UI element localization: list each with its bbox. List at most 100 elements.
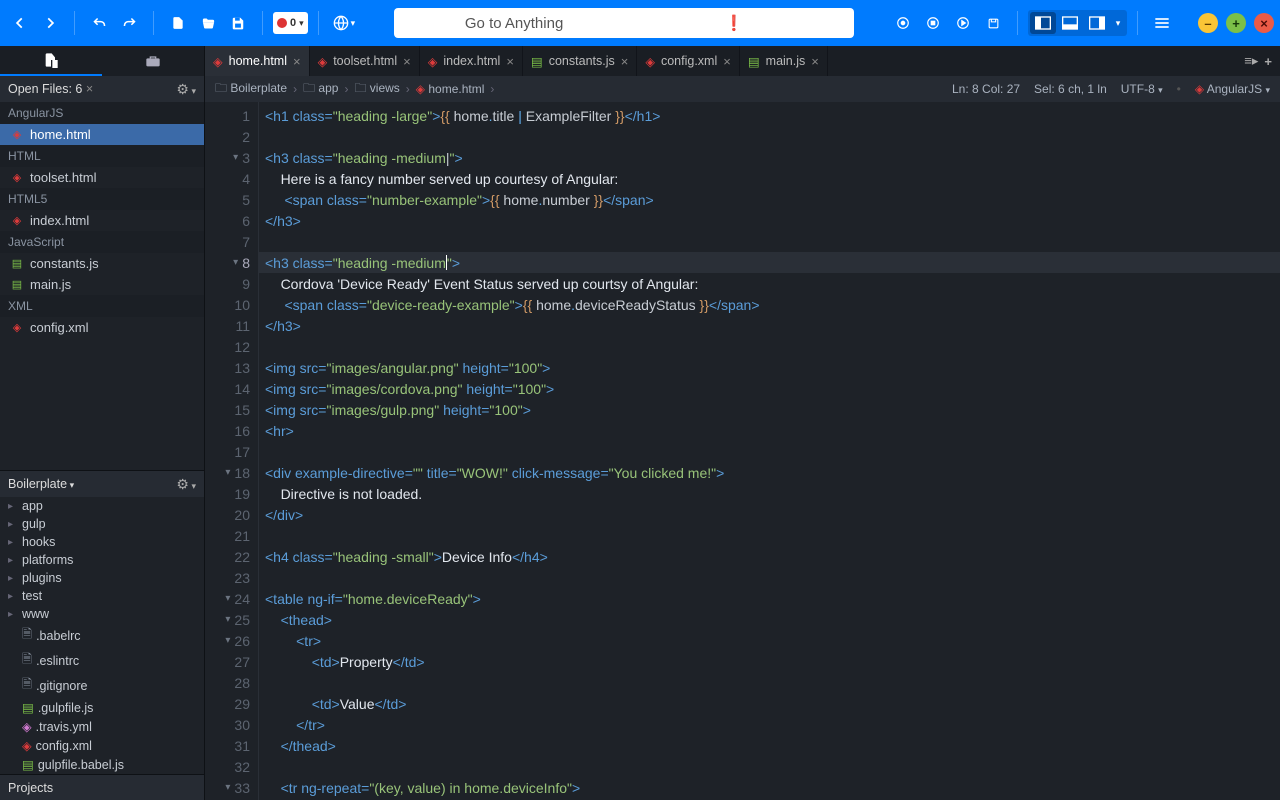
sidebar-tab-files[interactable] [0,46,102,76]
breadcrumb-item[interactable]: 🗀 views [354,79,399,100]
breadcrumb-item[interactable]: 🗀 Boilerplate [215,79,287,100]
gutter-line[interactable]: 17 [205,441,258,462]
close-tab-icon[interactable]: × [723,54,731,69]
code-line[interactable]: <h3 class="heading -medium"> [259,252,1280,273]
tree-folder[interactable]: ▸hooks [0,533,204,551]
code-line[interactable]: <tr ng-repeat="(key, value) in home.devi… [259,777,1280,798]
goto-anything-input[interactable]: Go to Anything ❗ [394,8,854,38]
open-file-item[interactable]: ◈home.html [0,124,204,145]
window-maximize-button[interactable]: + [1226,13,1246,33]
fold-icon[interactable]: ▾ [220,593,230,604]
gutter-line[interactable]: 21 [205,525,258,546]
open-file-item[interactable]: ▤main.js [0,274,204,295]
code-line[interactable]: </h3> [259,315,1280,336]
code-line[interactable]: <hr> [259,420,1280,441]
expand-icon[interactable]: ▸ [8,555,18,566]
gutter-line[interactable]: 29 [205,693,258,714]
code-line[interactable] [259,441,1280,462]
gutter-line[interactable]: 22 [205,546,258,567]
gutter-line[interactable]: 7 [205,231,258,252]
menu-button[interactable] [1148,9,1176,37]
gutter-line[interactable]: ▾25 [205,609,258,630]
nav-back-button[interactable] [6,9,34,37]
gutter-line[interactable]: 23 [205,567,258,588]
macro-record-button[interactable]: 0▾ [273,9,308,37]
tree-file[interactable]: 🗎.gitignore [0,673,204,698]
new-file-button[interactable] [164,9,192,37]
bottom-panel-toggle[interactable] [1057,12,1083,34]
gutter-line[interactable]: 30 [205,714,258,735]
close-panel-icon[interactable]: × [86,82,93,96]
code-line[interactable]: <span class="number-example">{{ home.num… [259,189,1280,210]
file-tab[interactable]: ◈home.html× [205,46,310,76]
gutter-line[interactable]: 2 [205,126,258,147]
code-line[interactable]: <h3 class="heading -medium|"> [259,147,1280,168]
code-line[interactable]: <img src="images/cordova.png" height="10… [259,378,1280,399]
expand-icon[interactable]: ▸ [8,609,18,620]
code-line[interactable]: <img src="images/gulp.png" height="100"> [259,399,1280,420]
close-tab-icon[interactable]: × [811,54,819,69]
fold-icon[interactable]: ▾ [220,635,230,646]
language-selector[interactable]: ◈ AngularJS ▾ [1195,82,1270,96]
breadcrumb-item[interactable]: ◈ home.html [416,82,485,96]
code-line[interactable]: <h4 class="heading -small">Device Info</… [259,546,1280,567]
code-line[interactable] [259,567,1280,588]
code-line[interactable]: <table ng-if="home.deviceReady"> [259,588,1280,609]
gutter-line[interactable]: 15 [205,399,258,420]
save-button[interactable] [224,9,252,37]
gutter-line[interactable]: 32 [205,756,258,777]
breadcrumb-item[interactable]: 🗀 app [303,79,338,100]
gutter-line[interactable]: ▾24 [205,588,258,609]
gutter-line[interactable]: 12 [205,336,258,357]
close-tab-icon[interactable]: × [621,54,629,69]
code-line[interactable]: Cordova 'Device Ready' Event Status serv… [259,273,1280,294]
gutter-line[interactable]: 4 [205,168,258,189]
save-macro-button[interactable] [979,9,1007,37]
open-file-item[interactable]: ▤constants.js [0,253,204,274]
open-file-button[interactable] [194,9,222,37]
gutter-line[interactable]: ▾18 [205,462,258,483]
file-tab[interactable]: ◈index.html× [420,46,523,76]
gutter-line[interactable]: 28 [205,672,258,693]
tree-folder[interactable]: ▸gulp [0,515,204,533]
gutter-line[interactable]: 20 [205,504,258,525]
code-line[interactable]: </div> [259,504,1280,525]
expand-icon[interactable]: ▸ [8,501,18,512]
file-tab[interactable]: ▤constants.js× [523,46,637,76]
code-line[interactable]: </h3> [259,210,1280,231]
close-tab-icon[interactable]: × [403,54,411,69]
tree-folder[interactable]: ▸platforms [0,551,204,569]
tree-folder[interactable]: ▸plugins [0,569,204,587]
gutter-line[interactable]: 19 [205,483,258,504]
code-line[interactable]: <h1 class="heading -large">{{ home.title… [259,105,1280,126]
stop-macro-button[interactable] [919,9,947,37]
tree-file[interactable]: 🗎.eslintrc [0,648,204,673]
close-tab-icon[interactable]: × [293,54,301,69]
gutter-line[interactable]: 10 [205,294,258,315]
code-editor[interactable]: 12▾34567▾891011121314151617▾181920212223… [205,102,1280,800]
tree-file[interactable]: ◈config.xml [0,736,204,755]
code-line[interactable] [259,672,1280,693]
window-minimize-button[interactable]: – [1198,13,1218,33]
fold-icon[interactable]: ▾ [220,782,230,793]
play-macro-button[interactable] [949,9,977,37]
expand-icon[interactable]: ▸ [8,591,18,602]
fold-icon[interactable]: ▾ [228,152,238,163]
fold-icon[interactable]: ▾ [220,614,230,625]
gutter-line[interactable]: 14 [205,378,258,399]
open-file-item[interactable]: ◈index.html [0,210,204,231]
gutter-line[interactable]: 13 [205,357,258,378]
new-tab-button[interactable]: + [1264,54,1272,69]
open-file-item[interactable]: ◈config.xml [0,317,204,338]
code-line[interactable] [259,336,1280,357]
gutter-line[interactable]: ▾3 [205,147,258,168]
gutter-line[interactable]: ▾26 [205,630,258,651]
panel-dropdown[interactable]: ▾ [1111,12,1125,34]
redo-button[interactable] [115,9,143,37]
code-line[interactable]: <span class="device-ready-example">{{ ho… [259,294,1280,315]
code-line[interactable]: <div example-directive="" title="WOW!" c… [259,462,1280,483]
code-line[interactable] [259,525,1280,546]
sidebar-tab-tools[interactable] [102,46,204,76]
gutter-line[interactable]: 16 [205,420,258,441]
open-files-settings-icon[interactable]: ⚙ ▾ [176,81,196,98]
